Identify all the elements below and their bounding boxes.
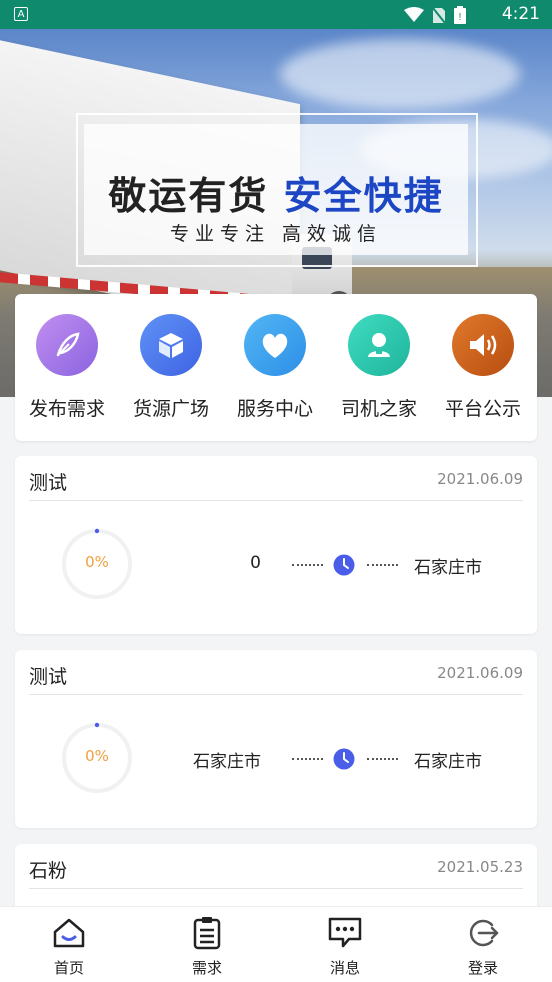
route-origin: 0 (250, 553, 261, 573)
status-bar: A ! 4:21 (0, 0, 552, 29)
menu-item-service-center[interactable]: 服务中心 (223, 314, 327, 421)
route-dots (367, 564, 398, 566)
progress-text: 0% (85, 747, 109, 765)
route-origin: 石家庄市 (193, 752, 261, 772)
order-card[interactable]: 测试 2021.06.09 0% 0 石家庄市 (15, 456, 537, 634)
slogan-part2: 安全快捷 (283, 174, 444, 218)
route-dots (292, 758, 323, 760)
order-date: 2021.06.09 (437, 664, 523, 682)
svg-text:!: ! (459, 12, 462, 23)
heart-icon (244, 314, 306, 376)
menu-item-publish[interactable]: 发布需求 (15, 314, 119, 421)
tab-label-login: 登录 (467, 959, 498, 977)
menu-label-cargo-square: 货源广场 (132, 398, 209, 420)
message-icon (328, 917, 362, 948)
menu-item-cargo-square[interactable]: 货源广场 (119, 314, 223, 421)
order-title: 测试 (29, 472, 68, 494)
menu-label-publish: 发布需求 (28, 398, 105, 420)
menu-item-announcement[interactable]: 平台公示 (431, 314, 535, 421)
person-icon (348, 314, 410, 376)
bottom-tab-bar: 首页 需求 消息 登录 (0, 906, 552, 982)
tab-label-demand: 需求 (191, 959, 222, 977)
status-icons: ! (404, 6, 466, 24)
banner-sub-slogan: 专业专注 高效诚信 (169, 223, 383, 245)
tab-login[interactable]: 登录 (414, 907, 552, 978)
order-title: 石粉 (29, 860, 68, 882)
box-icon (140, 314, 202, 376)
menu-label-service-center: 服务中心 (236, 398, 313, 420)
divider (29, 694, 523, 695)
tab-demand[interactable]: 需求 (138, 907, 276, 978)
route-dots (292, 564, 323, 566)
tab-home[interactable]: 首页 (0, 907, 138, 978)
clipboard-icon (193, 917, 221, 950)
home-icon (53, 918, 85, 948)
no-sim-icon (432, 6, 446, 24)
speaker-icon (452, 314, 514, 376)
order-card[interactable]: 测试 2021.06.09 0% 石家庄市 石家庄市 (15, 650, 537, 828)
menu-item-driver-home[interactable]: 司机之家 (327, 314, 431, 421)
progress-text: 0% (85, 553, 109, 571)
tab-messages[interactable]: 消息 (276, 907, 414, 978)
menu-label-announcement: 平台公示 (444, 398, 521, 420)
app-notification-icon: A (14, 7, 28, 21)
order-date: 2021.06.09 (437, 470, 523, 488)
wifi-icon (404, 7, 424, 22)
divider (29, 500, 523, 501)
status-time: 4:21 (501, 4, 540, 24)
route-destination: 石家庄市 (414, 752, 482, 772)
login-icon (469, 919, 499, 947)
feather-icon (36, 314, 98, 376)
menu-label-driver-home: 司机之家 (340, 398, 417, 420)
quick-menu: 发布需求 货源广场 服务中心 司机之家 平台公示 (15, 294, 537, 441)
route-dots (367, 758, 398, 760)
order-date: 2021.05.23 (437, 858, 523, 876)
slogan-part1: 敬运有货 (108, 174, 269, 218)
clock-icon (333, 554, 355, 576)
battery-icon: ! (454, 6, 466, 24)
order-title: 测试 (29, 666, 68, 688)
tab-label-messages: 消息 (329, 959, 360, 977)
banner-slogan: 敬运有货 安全快捷 (84, 165, 468, 220)
clock-icon (333, 748, 355, 770)
route-destination: 石家庄市 (414, 558, 482, 578)
divider (29, 888, 523, 889)
tab-label-home: 首页 (53, 959, 84, 977)
